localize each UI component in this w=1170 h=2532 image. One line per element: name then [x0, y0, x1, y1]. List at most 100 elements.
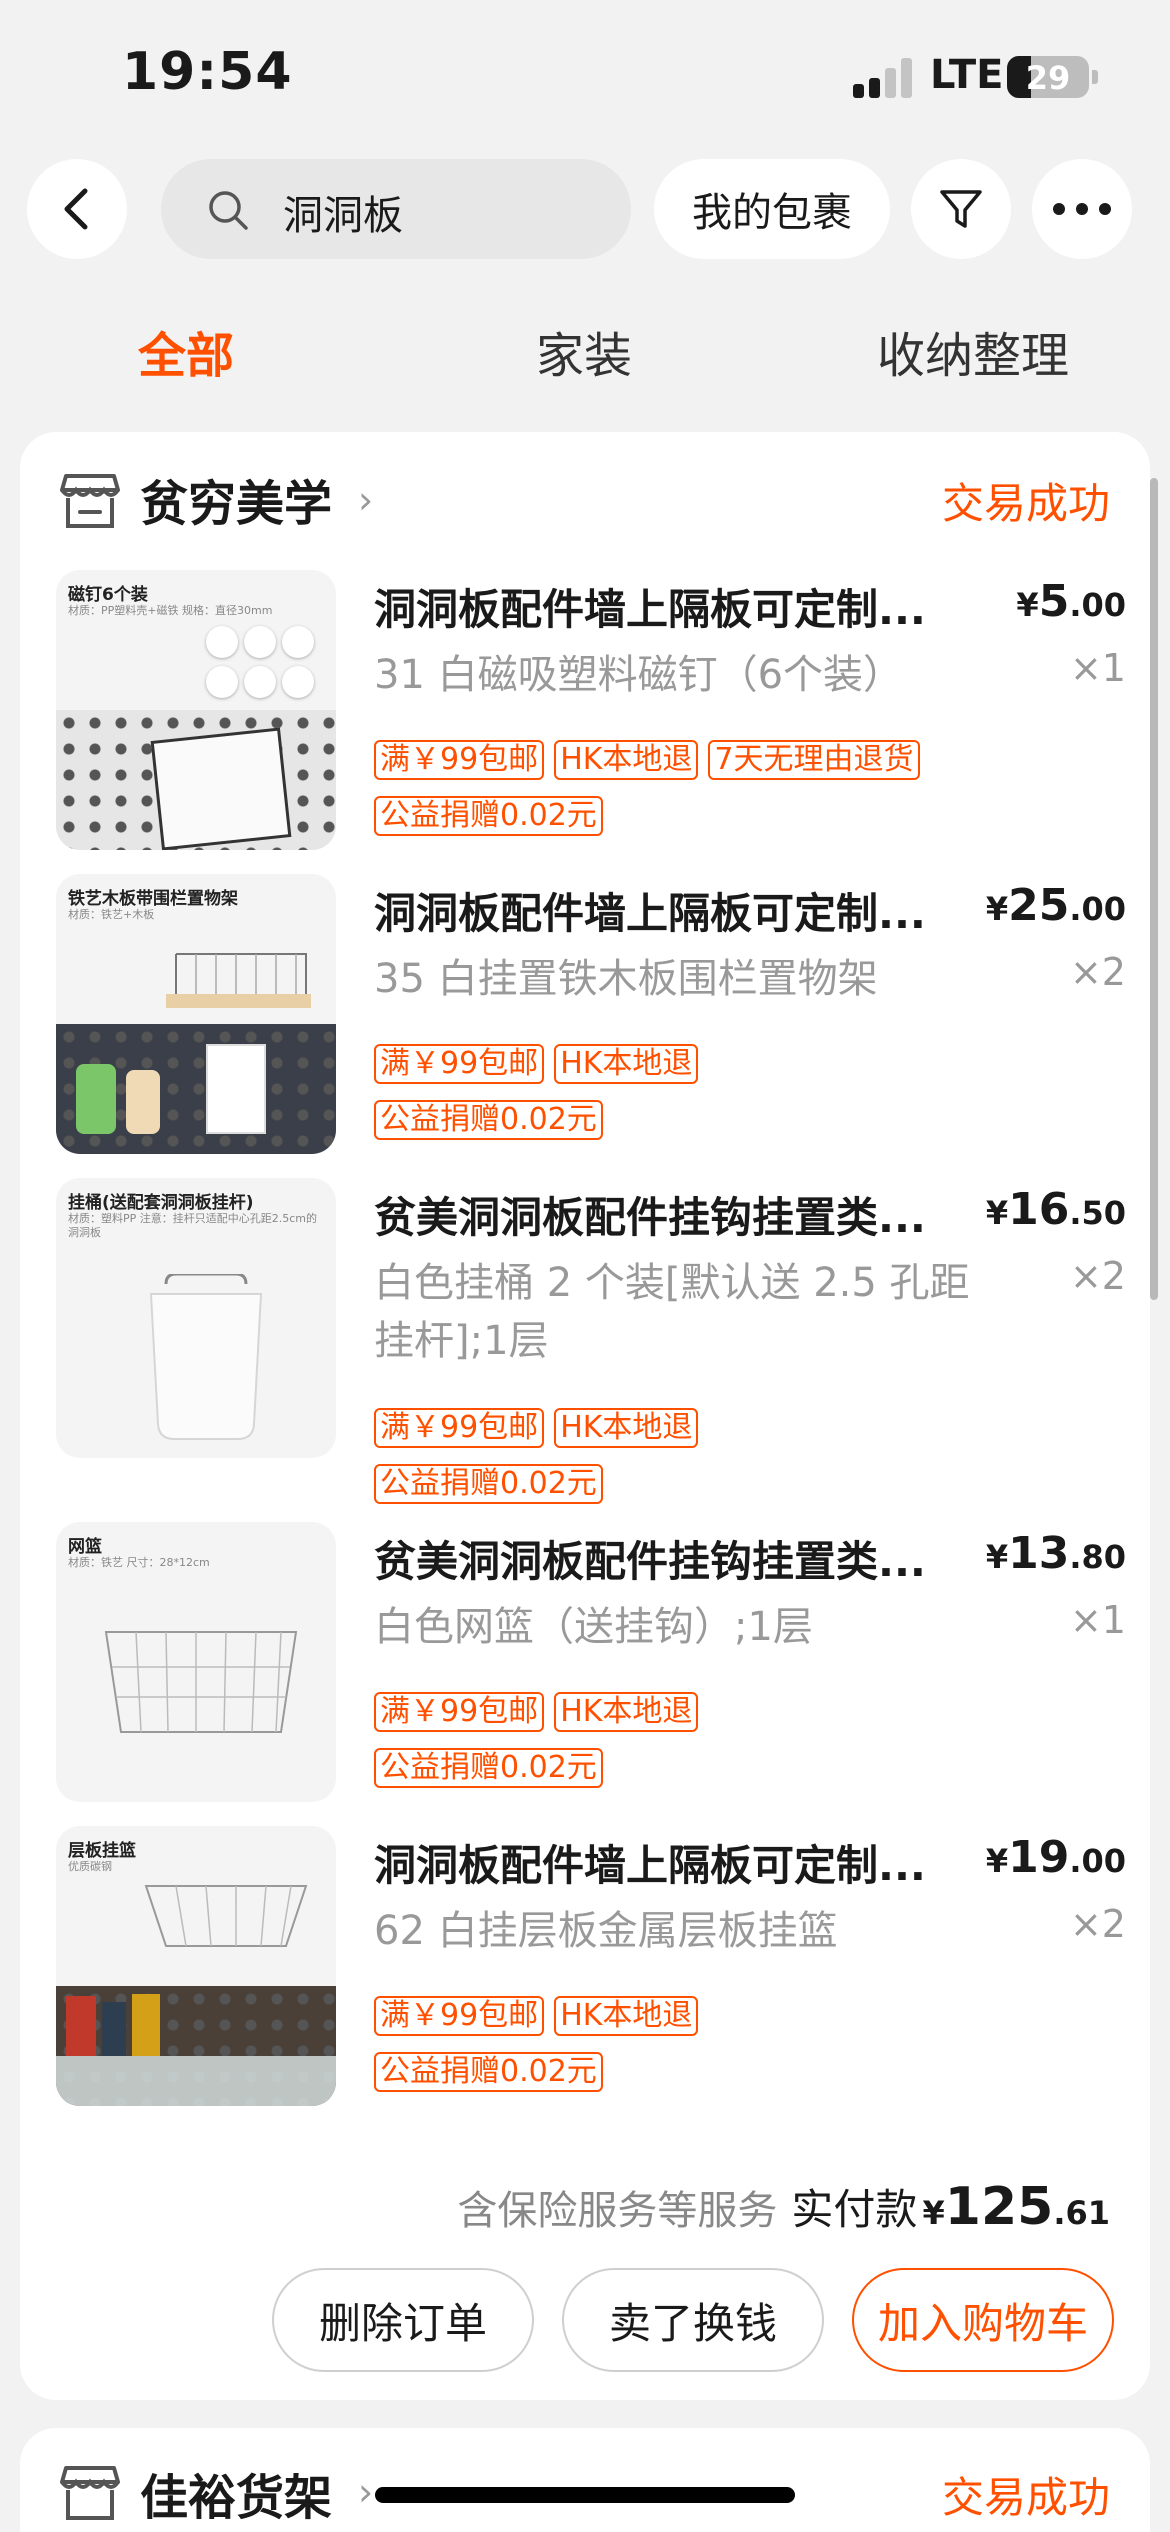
shelf-diagram [166, 953, 311, 1008]
filter-icon [940, 190, 982, 228]
tag-hk-return: HK本地退 [554, 1996, 699, 2036]
item-spec: 31 白磁吸塑料磁钉（6个装） [374, 652, 904, 698]
basket-diagram [104, 1631, 298, 1733]
tag-charity: 公益捐赠0.02元 [374, 2052, 603, 2092]
add-to-cart-button[interactable]: 加入购物车 [852, 2268, 1114, 2372]
item-tags: 满￥99包邮 HK本地退 公益捐赠0.02元 [374, 1044, 708, 1156]
thumb-label: 网篮 [68, 1537, 102, 1557]
item-tags: 满￥99包邮 HK本地退 公益捐赠0.02元 [374, 1996, 708, 2108]
tag-charity: 公益捐赠0.02元 [374, 1100, 603, 1140]
item-title: 贫美洞洞板配件挂钩挂置类... [374, 1193, 926, 1242]
item-spec: 白色挂桶 2 个装[默认送 2.5 孔距挂杆];1层 [374, 1260, 970, 1364]
signal-icon [853, 58, 923, 98]
tag-7-day-return: 7天无理由退货 [708, 740, 920, 780]
more-icon [1053, 203, 1111, 215]
thumb-label: 层板挂篮 [68, 1841, 136, 1861]
battery-tip [1092, 70, 1098, 84]
battery-icon: 29 [1007, 56, 1089, 98]
product-image: 铁艺木板带围栏置物架 材质：铁艺+木板 [56, 874, 336, 1154]
status-bar: 19:54 LTE 29 [0, 0, 1170, 150]
tab-home-decor[interactable]: 家装 [536, 316, 632, 386]
item-title: 洞洞板配件墙上隔板可定制... [374, 889, 926, 938]
my-parcels-button[interactable]: 我的包裹 [654, 159, 890, 259]
order-card: 贫穷美学 › 交易成功 磁钉6个装 材质：PP塑料壳+磁铁 规格：直径30mm … [20, 432, 1150, 2400]
product-image: 网篮 材质：铁艺 尺寸：28*12cm [56, 1522, 336, 1802]
order-card: 佳裕货架 › 交易成功 [20, 2428, 1150, 2532]
order-status: 交易成功 [941, 479, 1110, 528]
product-image: 挂桶(送配套洞洞板挂杆) 材质：塑料PP 注意：挂杆只适配中心孔距2.5cm的洞… [56, 1178, 336, 1458]
item-spec: 62 白挂层板金属层板挂篮 [374, 1908, 838, 1954]
tag-free-shipping: 满￥99包邮 [374, 740, 545, 780]
search-input[interactable]: 洞洞板 [161, 159, 631, 259]
shelf-photo [56, 1024, 336, 1154]
thumb-subtitle: 材质：铁艺 尺寸：28*12cm [68, 1556, 210, 1569]
item-price: ¥13.80 [985, 1528, 1126, 1579]
back-button[interactable] [27, 159, 127, 259]
thumb-label: 挂桶(送配套洞洞板挂杆) [68, 1193, 254, 1213]
tab-all[interactable]: 全部 [138, 316, 234, 386]
tag-free-shipping: 满￥99包邮 [374, 1044, 545, 1084]
item-spec: 35 白挂置铁木板围栏置物架 [374, 956, 878, 1002]
services-note: 含保险服务等服务 [457, 2188, 778, 2234]
order-total: 含保险服务等服务 实付款 ¥125.61 [457, 2177, 1110, 2237]
search-icon [209, 191, 248, 230]
tag-hk-return: HK本地退 [554, 1044, 699, 1084]
order-status: 交易成功 [941, 2473, 1110, 2522]
item-tags: 满￥99包邮 HK本地退 7天无理由退货 公益捐赠0.02元 [374, 740, 930, 852]
home-indicator[interactable] [375, 2487, 795, 2503]
shelf-basket-diagram [144, 1885, 308, 1947]
item-spec: 白色网篮（送挂钩）;1层 [374, 1604, 813, 1650]
item-title: 洞洞板配件墙上隔板可定制... [374, 585, 926, 634]
tag-hk-return: HK本地退 [554, 1408, 699, 1448]
network-type: LTE [930, 52, 1004, 98]
thumb-subtitle: 材质：塑料PP 注意：挂杆只适配中心孔距2.5cm的洞洞板 [68, 1212, 318, 1239]
shop-icon [60, 474, 120, 528]
thumb-subtitle: 材质：铁艺+木板 [68, 908, 155, 921]
item-title: 洞洞板配件墙上隔板可定制... [374, 1841, 926, 1890]
bucket-diagram [149, 1274, 263, 1440]
tag-free-shipping: 满￥99包邮 [374, 1692, 545, 1732]
scrollbar[interactable] [1150, 478, 1158, 1300]
item-price: ¥25.00 [985, 880, 1126, 931]
thumb-label: 磁钉6个装 [68, 585, 148, 605]
search-query: 洞洞板 [283, 193, 403, 239]
tag-charity: 公益捐赠0.02元 [374, 1748, 603, 1788]
resell-button[interactable]: 卖了换钱 [562, 2268, 824, 2372]
delete-order-button[interactable]: 删除订单 [272, 2268, 534, 2372]
shelf-basket-photo [56, 1986, 336, 2106]
tag-charity: 公益捐赠0.02元 [374, 1464, 603, 1504]
status-time: 19:54 [122, 42, 293, 102]
item-quantity: ×2 [1069, 1902, 1126, 1946]
chevron-right-icon: › [358, 478, 374, 522]
item-quantity: ×2 [1069, 950, 1126, 994]
total-amount: 125 [944, 2177, 1054, 2237]
filter-button[interactable] [911, 159, 1011, 259]
chevron-right-icon: › [358, 2470, 374, 2514]
thumb-label: 铁艺木板带围栏置物架 [68, 889, 238, 909]
tag-hk-return: HK本地退 [554, 740, 699, 780]
more-button[interactable] [1032, 159, 1132, 259]
shop-name[interactable]: 贫穷美学 [140, 464, 332, 534]
tag-free-shipping: 满￥99包邮 [374, 1408, 545, 1448]
back-arrow-icon [64, 188, 88, 230]
product-image: 磁钉6个装 材质：PP塑料壳+磁铁 规格：直径30mm [56, 570, 336, 850]
item-price: ¥5.00 [1016, 576, 1126, 627]
tag-charity: 公益捐赠0.02元 [374, 796, 603, 836]
battery-percent: 29 [1025, 59, 1071, 97]
item-quantity: ×1 [1069, 646, 1126, 690]
tag-free-shipping: 满￥99包邮 [374, 1996, 545, 2036]
item-tags: 满￥99包邮 HK本地退 公益捐赠0.02元 [374, 1408, 708, 1520]
shop-name[interactable]: 佳裕货架 [140, 2458, 332, 2528]
pegboard-photo [56, 710, 336, 850]
item-title: 贫美洞洞板配件挂钩挂置类... [374, 1537, 926, 1586]
item-price: ¥19.00 [985, 1832, 1126, 1883]
tab-storage[interactable]: 收纳整理 [877, 316, 1069, 386]
item-price: ¥16.50 [985, 1184, 1126, 1235]
magnet-dots [206, 626, 316, 702]
product-image: 层板挂篮 优质碳钢 [56, 1826, 336, 2106]
item-quantity: ×2 [1069, 1254, 1126, 1298]
paid-label: 实付款 [791, 2185, 918, 2234]
thumb-subtitle: 材质：PP塑料壳+磁铁 规格：直径30mm [68, 604, 273, 617]
tag-hk-return: HK本地退 [554, 1692, 699, 1732]
shop-icon [60, 2466, 120, 2520]
